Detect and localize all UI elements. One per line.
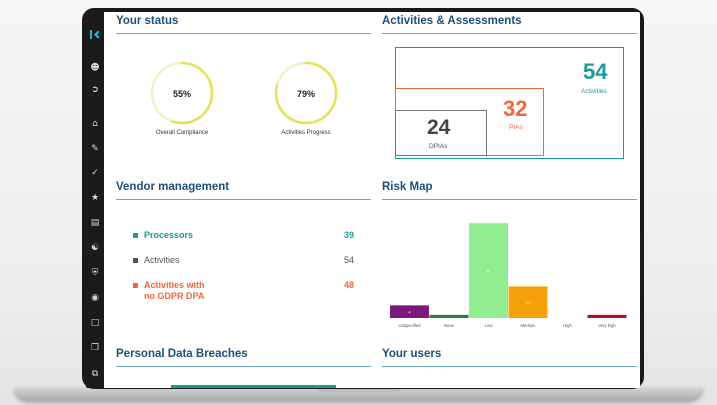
dpias-value: 24	[427, 116, 451, 139]
documents-icon[interactable]: ❐	[89, 342, 101, 354]
activities-divider	[382, 33, 637, 34]
vendor-row-processors[interactable]: Processors	[133, 230, 193, 240]
processors-bullet	[133, 233, 138, 239]
logout-icon[interactable]: ➲	[89, 84, 101, 96]
risk-x-tick-label: Very high	[598, 323, 616, 328]
vendor-row-activities[interactable]: Activities	[133, 255, 180, 265]
check-icon[interactable]: ✓	[89, 167, 101, 179]
document-icon[interactable]: □	[89, 317, 101, 329]
app-screen: ☻ ➲ ⌂ ✎ ✓ ★ ▤ ☯ ⛨ ◉ □ ❐ ⧉ Your status 55…	[86, 12, 640, 388]
activities-progress-label: Activities Progress	[281, 130, 331, 136]
sidebar: ☻ ➲ ⌂ ✎ ✓ ★ ▤ ☯ ⛨ ◉ □ ❐ ⧉	[86, 12, 104, 388]
handshake-icon[interactable]: ☯	[89, 242, 101, 254]
risk-map-chart: 4Unspecified None31Low12Medium High Very hi…	[390, 223, 627, 328]
risk-x-tick-label: Low	[485, 323, 494, 328]
vendor-divider	[116, 199, 371, 200]
pias-label: PIAs	[509, 124, 523, 131]
activities-bullet	[133, 258, 138, 264]
processors-value: 39	[343, 230, 354, 240]
status-title: Your status	[116, 15, 179, 27]
activities-total-value: 54	[583, 59, 608, 84]
vendor-row-no-dpa[interactable]: Activities with no GDPR DPA	[133, 280, 205, 302]
edit-icon[interactable]: ✎	[89, 143, 101, 155]
risk-map-divider	[382, 199, 637, 200]
activities-total-label: Activities	[581, 88, 607, 95]
shield-icon[interactable]: ⛨	[89, 267, 101, 279]
breaches-title: Personal Data Breaches	[116, 348, 248, 360]
location-icon[interactable]: ◉	[89, 292, 101, 304]
overall-compliance-value: 55%	[172, 89, 191, 99]
risk-x-tick-label: None	[444, 323, 455, 328]
risk-x-tick-label: Medium	[521, 323, 536, 328]
vendor-activities-label: Activities	[144, 255, 180, 265]
vendor-title: Vendor management	[116, 181, 230, 193]
logo-icon[interactable]	[89, 28, 102, 41]
pias-value: 32	[503, 96, 528, 121]
no-dpa-label: Activities with	[144, 280, 205, 290]
star-icon[interactable]: ★	[89, 192, 101, 204]
activities-progress-value: 79%	[296, 89, 315, 99]
home-icon[interactable]: ⌂	[89, 118, 101, 130]
user-icon[interactable]: ☻	[89, 62, 101, 74]
dpias-label: DPIAs	[429, 143, 448, 150]
risk-x-tick-label: Unspecified	[399, 323, 422, 328]
risk-map-title: Risk Map	[382, 181, 433, 193]
no-dpa-label-line2: no GDPR DPA	[144, 291, 205, 301]
vendor-activities-value: 54	[343, 255, 354, 265]
share-icon[interactable]: ⧉	[89, 368, 101, 380]
risk-bar-very-high[interactable]	[587, 314, 627, 318]
status-divider	[116, 33, 371, 34]
no-dpa-value: 48	[343, 280, 354, 290]
risk-x-tick-label: High	[563, 323, 572, 328]
chart-icon[interactable]: ▤	[89, 217, 101, 229]
risk-bar-data-label: 12	[526, 300, 531, 305]
breaches-divider	[116, 366, 371, 367]
breaches-bar	[171, 385, 336, 388]
users-title: Your users	[382, 348, 442, 360]
risk-bar-data-label: 31	[486, 269, 491, 274]
overall-compliance-label: Overall Compliance	[155, 130, 209, 136]
risk-bar-none[interactable]	[429, 314, 469, 318]
no-dpa-bullet	[133, 283, 138, 289]
activities-title: Activities & Assessments	[382, 15, 522, 27]
users-divider	[382, 366, 637, 367]
processors-label: Processors	[144, 230, 194, 240]
